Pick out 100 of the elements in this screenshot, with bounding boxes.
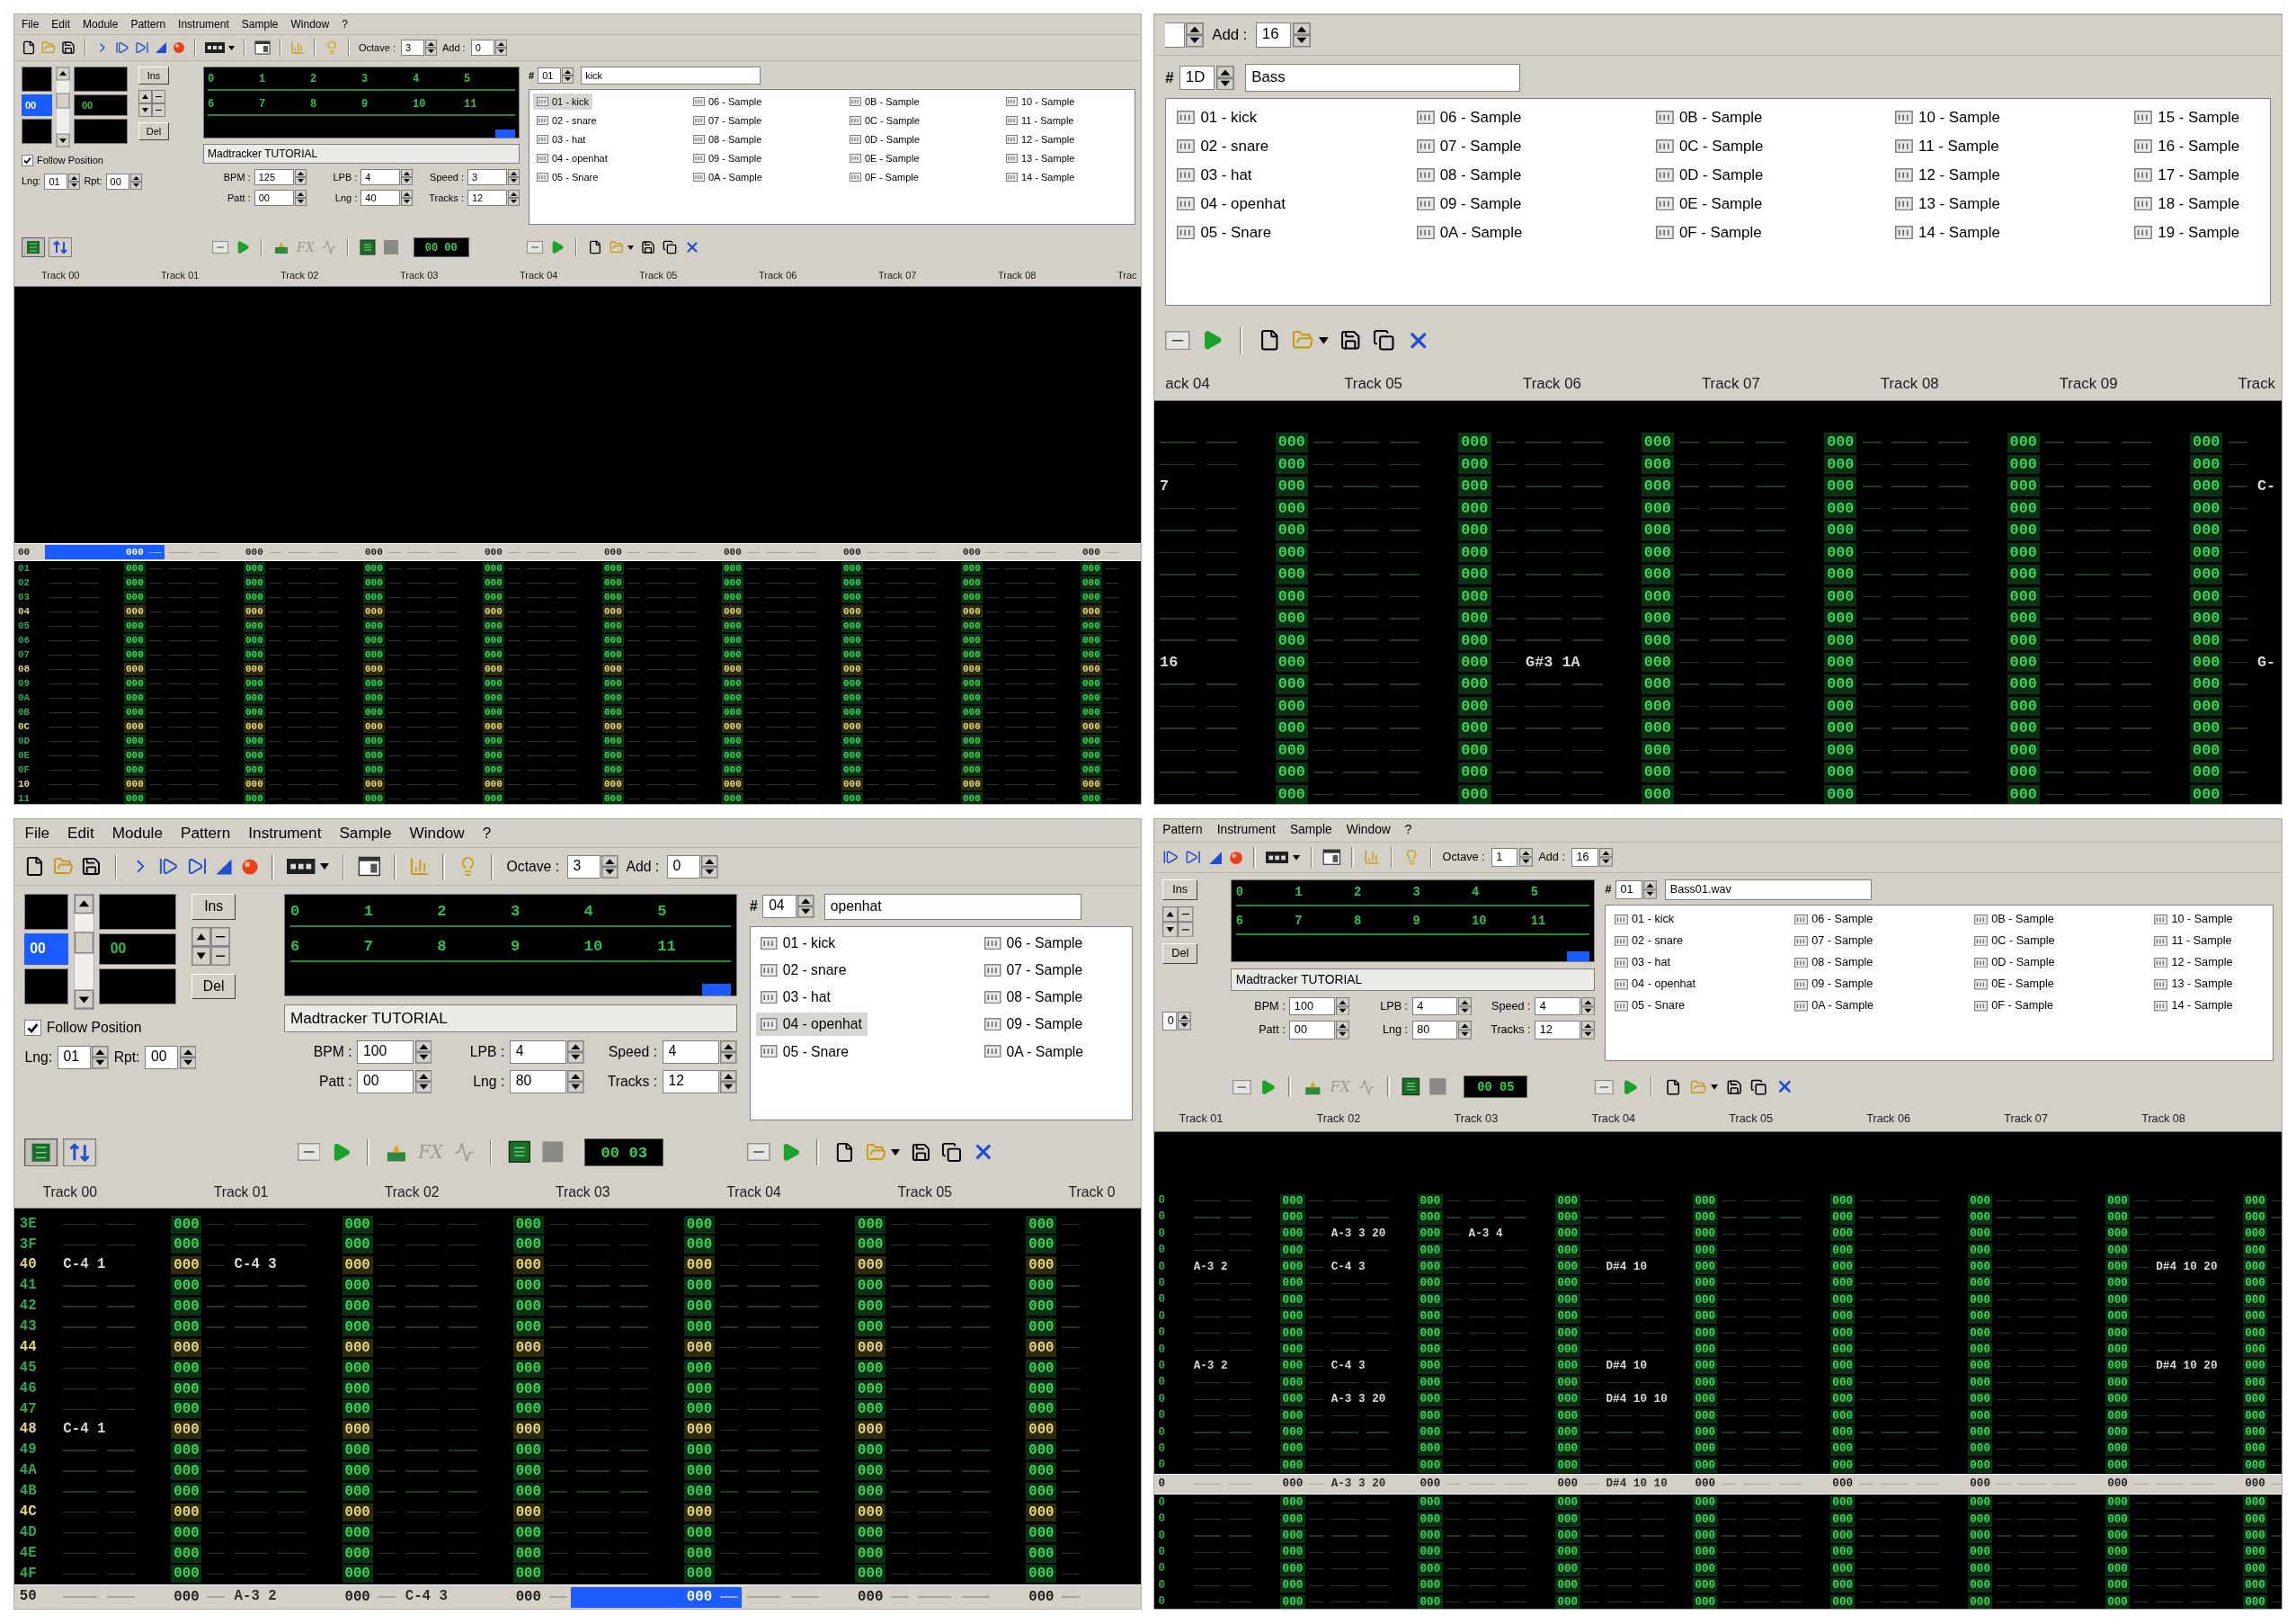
effect-value[interactable]: 000 — [855, 1236, 886, 1254]
effect-value[interactable]: 000 — [2242, 1408, 2268, 1423]
spin-arrows-icon[interactable] — [1580, 996, 1595, 1016]
effect-value[interactable]: 000 — [841, 648, 863, 661]
effect-value[interactable]: 000 — [1280, 1425, 1305, 1441]
effect-value[interactable]: 000 — [855, 1215, 886, 1234]
delete-button[interactable]: Del — [138, 122, 169, 140]
effect-value[interactable]: 000 — [684, 1277, 716, 1296]
menu-item[interactable]: Pattern — [130, 16, 166, 32]
effect-value[interactable]: 000 — [2105, 1276, 2131, 1291]
sample-slot[interactable]: 08 - Sample — [979, 986, 1088, 1010]
effect-value[interactable]: 000 — [363, 663, 385, 675]
scroll-thumb[interactable] — [702, 984, 731, 996]
effect-value[interactable]: 000 — [512, 1421, 544, 1440]
parameter-field[interactable]: 100 — [357, 1040, 414, 1064]
sample-slot[interactable]: 04 - openhat — [755, 1013, 868, 1037]
sample-slot[interactable]: 0B - Sample — [1650, 104, 1768, 129]
effect-value[interactable]: 000 — [171, 1277, 202, 1296]
effect-value[interactable]: 000 — [2242, 1209, 2268, 1225]
effect-value[interactable]: 000 — [722, 763, 743, 776]
effect-value[interactable]: 000 — [1824, 630, 1857, 650]
effect-value[interactable]: 000 — [1275, 674, 1308, 694]
sample-slot[interactable]: 09 - Sample — [1411, 191, 1527, 217]
insert-button[interactable]: Ins — [138, 67, 169, 85]
effect-value[interactable]: 000 — [1555, 1528, 1580, 1544]
effect-value[interactable]: 000 — [1555, 1193, 1580, 1209]
note-entry[interactable]: C- — [2257, 475, 2276, 498]
effect-value[interactable]: 000 — [1275, 630, 1308, 650]
effect-value[interactable]: 000 — [342, 1544, 373, 1563]
effect-value[interactable]: 000 — [2190, 477, 2223, 496]
effect-value[interactable]: 000 — [722, 605, 743, 618]
effect-value[interactable]: 000 — [1555, 1227, 1580, 1242]
effect-value[interactable]: 000 — [1830, 1594, 1855, 1609]
effect-value[interactable]: 000 — [602, 562, 624, 575]
effect-value[interactable]: 000 — [244, 663, 265, 675]
effect-value[interactable]: 000 — [602, 792, 624, 804]
track-header[interactable]: Track 04 — [726, 1182, 781, 1203]
effect-value[interactable]: 000 — [1555, 1425, 1580, 1441]
effect-value[interactable]: 000 — [363, 648, 385, 661]
effect-value[interactable]: 000 — [1026, 1523, 1057, 1542]
parameter-field[interactable]: 80 — [510, 1069, 566, 1093]
effect-value[interactable]: 000 — [2190, 586, 2223, 606]
order-slot[interactable] — [24, 893, 69, 930]
effect-value[interactable]: 000 — [1830, 1425, 1855, 1441]
effect-value[interactable]: 000 — [1967, 1594, 1993, 1609]
effect-value[interactable]: 000 — [841, 591, 863, 603]
effect-value[interactable]: 000 — [684, 1256, 716, 1275]
effect-value[interactable]: 000 — [961, 692, 983, 704]
menu-item[interactable]: Module — [111, 821, 163, 845]
effect-value[interactable]: 000 — [1026, 1298, 1057, 1316]
sample-slot[interactable]: 13 - Sample — [1890, 191, 2006, 217]
order-number[interactable]: 8 — [310, 96, 317, 112]
effect-value[interactable]: 000 — [483, 605, 504, 618]
effect-value[interactable]: 000 — [1693, 1594, 1718, 1609]
effect-value[interactable]: 000 — [1830, 1375, 1855, 1390]
effect-value[interactable]: 000 — [1275, 521, 1308, 540]
effect-value[interactable]: 000 — [1824, 542, 1857, 563]
effect-value[interactable]: 000 — [512, 1462, 544, 1481]
menu-item[interactable]: Window — [1346, 821, 1391, 840]
effect-value[interactable]: 000 — [512, 1523, 544, 1542]
effect-value[interactable]: 000 — [2105, 1561, 2131, 1576]
effect-value[interactable]: 000 — [244, 792, 265, 804]
effect-value[interactable]: 000 — [512, 1482, 544, 1501]
effect-value[interactable]: 000 — [1693, 1292, 1718, 1307]
sample-slot[interactable]: 0E - Sample — [1650, 191, 1768, 217]
grid-icon[interactable] — [24, 1138, 58, 1167]
sample-slot[interactable]: 0A - Sample — [979, 1040, 1089, 1064]
sample-slot[interactable]: 03 - hat — [533, 131, 590, 147]
effect-value[interactable]: 000 — [1458, 740, 1491, 761]
effect-value[interactable]: 000 — [722, 778, 743, 790]
effect-value[interactable]: 000 — [2007, 454, 2040, 475]
track-header[interactable]: Track 06 — [759, 267, 797, 283]
effect-value[interactable]: 000 — [2242, 1578, 2268, 1593]
effect-value[interactable]: 000 — [244, 634, 265, 647]
effect-value[interactable]: 000 — [1967, 1359, 1993, 1374]
effect-value[interactable]: 000 — [855, 1565, 886, 1584]
effect-value[interactable]: 000 — [1555, 1292, 1580, 1307]
menu-item[interactable]: File — [22, 16, 40, 32]
effect-value[interactable]: 000 — [363, 620, 385, 632]
add-field[interactable]: 0 — [666, 855, 700, 879]
sample-slot[interactable]: 05 - Snare — [1171, 219, 1277, 245]
sample-slot[interactable]: 02 - snare — [755, 959, 852, 983]
effect-value[interactable]: 000 — [961, 546, 983, 558]
effect-value[interactable]: 000 — [1081, 576, 1102, 589]
sample-slot[interactable]: 04 - openhat — [533, 150, 611, 166]
effect-value[interactable]: 000 — [1967, 1325, 1993, 1341]
sample-slot[interactable]: 11 - Sample — [2149, 932, 2237, 950]
effect-value[interactable]: 000 — [855, 1317, 886, 1336]
effect-value[interactable]: 000 — [602, 605, 624, 618]
caret-icon[interactable] — [1293, 854, 1301, 861]
effect-value[interactable]: 000 — [2242, 1392, 2268, 1407]
sample-slot[interactable]: 0A - Sample — [690, 169, 766, 185]
effect-value[interactable]: 000 — [1026, 1503, 1057, 1521]
effect-value[interactable]: 000 — [1555, 1561, 1580, 1576]
track-header[interactable]: Track 05 — [1344, 371, 1402, 395]
effect-value[interactable]: 000 — [1275, 740, 1308, 761]
effect-value[interactable]: 000 — [841, 706, 863, 718]
parameter-field[interactable]: 12 — [1535, 1021, 1580, 1040]
effect-value[interactable]: 000 — [363, 706, 385, 718]
effect-value[interactable]: 000 — [1641, 454, 1674, 475]
